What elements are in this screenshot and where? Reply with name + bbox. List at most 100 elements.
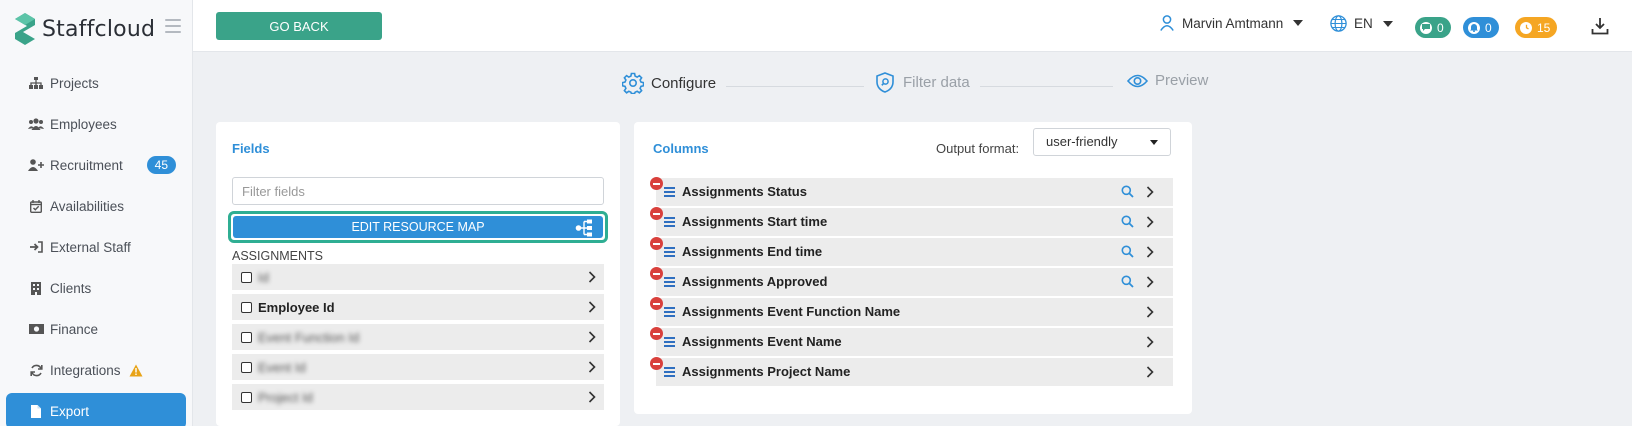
chevron-right-icon[interactable] — [588, 361, 596, 373]
go-back-button[interactable]: GO BACK — [216, 12, 382, 40]
sign-in-icon — [28, 240, 44, 254]
sidebar-item-recruitment[interactable]: Recruitment 45 — [6, 147, 186, 183]
drag-handle-icon[interactable] — [664, 367, 675, 377]
download-icon[interactable] — [1591, 17, 1609, 35]
chevron-right-icon[interactable] — [1146, 276, 1154, 288]
chevron-down-icon — [1150, 140, 1158, 145]
notifications-count: 0 — [1485, 20, 1492, 35]
field-label: Project Id — [258, 389, 313, 405]
sidebar-item-finance[interactable]: Finance — [6, 311, 186, 347]
columns-panel: Columns Output format: user-friendly Ass… — [634, 122, 1192, 414]
columns-title: Columns — [653, 141, 709, 156]
field-checkbox[interactable] — [241, 301, 252, 313]
chevron-right-icon[interactable] — [1146, 366, 1154, 378]
messages-counter[interactable]: 0 — [1415, 17, 1451, 38]
field-checkbox[interactable] — [241, 391, 252, 403]
search-icon[interactable] — [1121, 275, 1134, 288]
shield-search-icon — [876, 72, 894, 93]
column-row: Assignments Status — [650, 177, 1173, 206]
step-label: Configure — [651, 74, 717, 92]
sidebar-item-label: Integrations — [50, 362, 121, 378]
edit-resource-map-button[interactable]: EDIT RESOURCE MAP — [233, 216, 603, 238]
output-format-select[interactable]: user-friendly — [1033, 128, 1171, 156]
remove-column-icon[interactable] — [650, 327, 663, 340]
field-row[interactable]: Project Id — [232, 384, 604, 410]
chevron-right-icon[interactable] — [588, 331, 596, 343]
output-format-value: user-friendly — [1046, 134, 1118, 149]
drag-handle-icon[interactable] — [664, 187, 675, 197]
drag-handle-icon[interactable] — [664, 307, 675, 317]
drag-handle-icon[interactable] — [664, 247, 675, 257]
user-menu[interactable]: Marvin Amtmann — [1160, 15, 1304, 31]
search-icon[interactable] — [1121, 215, 1134, 228]
field-checkbox[interactable] — [241, 331, 252, 343]
output-format-label: Output format: — [936, 141, 1020, 156]
step-filter-data[interactable]: Filter data — [876, 72, 970, 93]
step-label: Filter data — [903, 74, 970, 91]
column-label: Assignments Project Name — [682, 364, 851, 379]
sidebar-item-integrations[interactable]: Integrations — [6, 352, 186, 388]
fields-title: Fields — [232, 141, 270, 156]
file-icon — [28, 404, 44, 418]
resource-tree-icon — [575, 219, 592, 237]
field-row[interactable]: Employee Id — [232, 294, 604, 320]
group-label-assignments: ASSIGNMENTS — [232, 249, 323, 263]
sidebar: Staffcloud Projects Employees Recruitmen… — [0, 0, 193, 426]
calendar-check-icon — [28, 199, 44, 213]
chevron-right-icon[interactable] — [588, 301, 596, 313]
sidebar-item-projects[interactable]: Projects — [6, 65, 186, 101]
filter-fields-input[interactable] — [232, 177, 604, 205]
column-row: Assignments Start time — [650, 207, 1173, 236]
field-label: Id — [258, 269, 269, 285]
field-row[interactable]: Event Function Id — [232, 324, 604, 350]
sidebar-item-clients[interactable]: Clients — [6, 270, 186, 306]
chevron-right-icon[interactable] — [1146, 336, 1154, 348]
notifications-counter[interactable]: 0 — [1463, 17, 1499, 38]
language-code: EN — [1354, 16, 1373, 31]
remove-column-icon[interactable] — [650, 237, 663, 250]
staffcloud-logo[interactable]: Staffcloud — [14, 12, 155, 46]
chevron-right-icon[interactable] — [1146, 306, 1154, 318]
sidebar-item-availabilities[interactable]: Availabilities — [6, 188, 186, 224]
chevron-right-icon[interactable] — [588, 391, 596, 403]
column-label: Assignments End time — [682, 244, 823, 259]
time-counter[interactable]: 15 — [1515, 17, 1558, 38]
field-label: Event Id — [258, 359, 306, 375]
sidebar-item-external-staff[interactable]: External Staff — [6, 229, 186, 265]
remove-column-icon[interactable] — [650, 357, 663, 370]
chevron-right-icon[interactable] — [1146, 216, 1154, 228]
sidebar-item-label: Export — [50, 403, 90, 419]
menu-toggle-icon[interactable] — [165, 19, 181, 33]
eye-icon — [1127, 74, 1148, 87]
drag-handle-icon[interactable] — [664, 277, 675, 287]
sync-icon — [28, 363, 44, 377]
staffcloud-logo-icon — [15, 13, 35, 45]
remove-column-icon[interactable] — [650, 207, 663, 220]
column-label: Assignments Approved — [682, 274, 828, 289]
field-checkbox[interactable] — [241, 271, 252, 283]
column-row: Assignments End time — [650, 237, 1173, 266]
sidebar-item-employees[interactable]: Employees — [6, 106, 186, 142]
drag-handle-icon[interactable] — [664, 217, 675, 227]
search-icon[interactable] — [1121, 245, 1134, 258]
column-label: Assignments Event Function Name — [682, 304, 901, 319]
sidebar-item-export[interactable]: Export — [6, 393, 186, 426]
user-icon — [1160, 15, 1174, 31]
remove-column-icon[interactable] — [650, 267, 663, 280]
field-label: Employee Id — [258, 299, 335, 315]
search-icon[interactable] — [1121, 185, 1134, 198]
drag-handle-icon[interactable] — [664, 337, 675, 347]
chevron-right-icon[interactable] — [1146, 246, 1154, 258]
column-label: Assignments Status — [682, 184, 807, 199]
language-selector[interactable]: EN — [1330, 15, 1393, 32]
field-checkbox[interactable] — [241, 361, 252, 373]
step-preview[interactable]: Preview — [1127, 72, 1208, 89]
chevron-right-icon[interactable] — [588, 271, 596, 283]
recruitment-count-badge: 45 — [146, 156, 176, 174]
field-row[interactable]: Event Id — [232, 354, 604, 380]
remove-column-icon[interactable] — [650, 297, 663, 310]
step-configure[interactable]: Configure — [622, 72, 716, 94]
chevron-right-icon[interactable] — [1146, 186, 1154, 198]
field-row[interactable]: Id — [232, 264, 604, 290]
remove-column-icon[interactable] — [650, 177, 663, 190]
